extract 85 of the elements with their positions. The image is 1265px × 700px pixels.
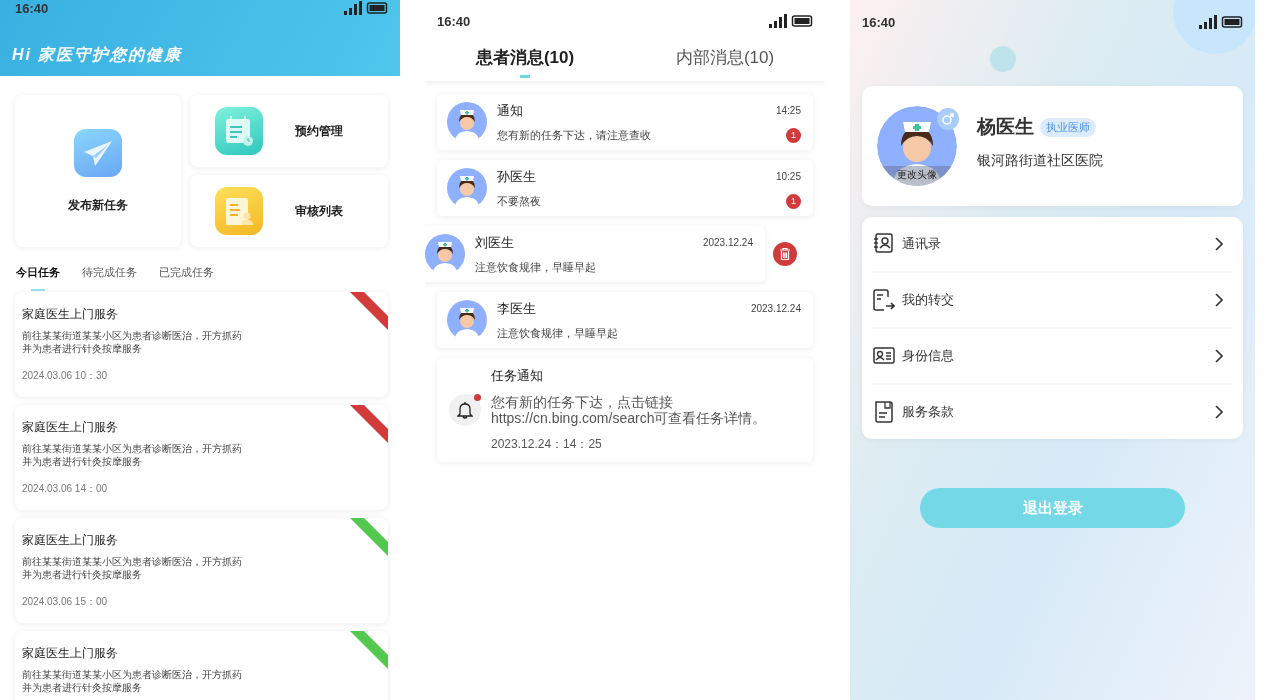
battery-icon bbox=[791, 15, 813, 27]
message-preview: 注意饮食规律，早睡早起 bbox=[475, 259, 596, 275]
notice-time: 2023.12.24：14：25 bbox=[491, 436, 603, 453]
task-title: 家庭医生上门服务 bbox=[22, 532, 118, 549]
shortcut-card[interactable]: 审核列表 bbox=[190, 175, 388, 247]
battery-icon bbox=[1221, 16, 1243, 28]
status-time: 16:40 bbox=[15, 0, 49, 16]
sender-name: 刘医生 bbox=[475, 233, 514, 252]
message-card[interactable]: 通知 14:25 您有新的任务下达，请注意查收 1 bbox=[437, 94, 813, 150]
message-preview: 您有新的任务下达，请注意查收 bbox=[497, 127, 651, 143]
message-card[interactable]: 李医生 2023.12.24 注意饮食规律，早睡早起 bbox=[437, 292, 813, 348]
paper-plane-icon bbox=[74, 128, 122, 177]
task-time: 2024.03.06 10：30 bbox=[22, 369, 108, 383]
status-time: 16:40 bbox=[862, 14, 896, 30]
unread-badge: 1 bbox=[786, 127, 801, 143]
notice-text: 您有新的任务下达，点击链接 https://cn.bing.com/search可查看任务详情。 bbox=[491, 394, 767, 426]
task-tab[interactable]: 已完成任务 bbox=[159, 265, 214, 291]
signal-icon bbox=[769, 14, 788, 28]
task-time: 2024.03.06 15：00 bbox=[22, 595, 108, 609]
nurse-avatar bbox=[425, 234, 465, 274]
id-card-icon bbox=[873, 345, 895, 367]
menu-item[interactable]: 我的转交 bbox=[872, 273, 1233, 329]
task-time: 2024.03.06 14：00 bbox=[22, 482, 108, 496]
document-icon bbox=[215, 187, 263, 235]
chevron-right-icon bbox=[1215, 349, 1223, 363]
shortcut-label: 预约管理 bbox=[295, 122, 343, 140]
signal-icon bbox=[344, 1, 363, 15]
shortcut-card[interactable]: 预约管理 bbox=[190, 95, 388, 167]
contact-book-icon bbox=[873, 233, 895, 255]
delete-button[interactable] bbox=[773, 242, 797, 266]
task-description: 前往某某街道某某小区为患者诊断医治，开方抓药 并为患者进行针灸按摩服务 bbox=[22, 668, 242, 694]
message-card[interactable]: 孙医生 10:25 不要熬夜 1 bbox=[437, 160, 813, 216]
message-card[interactable]: 刘医生 2023.12.24 注意饮食规律，早睡早起 bbox=[425, 226, 765, 282]
chevron-right-icon bbox=[1215, 405, 1223, 419]
nurse-avatar bbox=[447, 102, 487, 142]
task-title: 家庭医生上门服务 bbox=[22, 645, 118, 662]
shortcut-card[interactable]: 发布新任务 bbox=[15, 95, 181, 247]
document-icon bbox=[873, 401, 895, 423]
message-preview: 注意饮食规律，早睡早起 bbox=[497, 325, 618, 341]
decor-dot bbox=[988, 44, 1018, 74]
menu-item[interactable]: 身份信息 bbox=[872, 329, 1233, 385]
status-time: 16:40 bbox=[437, 13, 471, 29]
sender-name: 通知 bbox=[497, 101, 523, 120]
task-card[interactable]: 家庭医生上门服务 前往某某街道某某小区为患者诊断医治，开方抓药 并为患者进行针灸按摩服务 2024.03.06 14：00 bbox=[15, 405, 388, 510]
avatar-button[interactable]: 更改头像 bbox=[877, 106, 957, 186]
task-tab[interactable]: 待完成任务 bbox=[82, 265, 137, 291]
nurse-avatar bbox=[447, 300, 487, 340]
message-preview: 不要熬夜 bbox=[497, 193, 541, 209]
task-card[interactable]: 家庭医生上门服务 前往某某街道某某小区为患者诊断医治，开方抓药 并为患者进行针灸按摩服务 bbox=[15, 631, 388, 700]
notification-card[interactable]: 任务通知 您有新的任务下达，点击链接 https://cn.bing.com/search可查看任务详情。 2023.12.24：14：25 bbox=[437, 358, 813, 462]
doctor-name: 杨医生 bbox=[977, 115, 1034, 139]
shortcut-label: 发布新任务 bbox=[68, 196, 128, 214]
task-title: 家庭医生上门服务 bbox=[22, 419, 118, 436]
menu-item[interactable]: 服务条款 bbox=[872, 385, 1233, 439]
unread-badge: 1 bbox=[786, 193, 801, 209]
role-badge: 执业医师 bbox=[1040, 117, 1096, 137]
document-arrow-icon bbox=[873, 289, 895, 311]
message-time: 14:25 bbox=[775, 105, 801, 116]
task-card[interactable]: 家庭医生上门服务 前往某某街道某某小区为患者诊断医治，开方抓药 并为患者进行针灸按摩服务 2024.03.06 10：30 bbox=[15, 292, 388, 397]
message-time: 10:25 bbox=[775, 171, 801, 182]
bell-icon bbox=[457, 401, 473, 419]
menu-item[interactable]: 通讯录 bbox=[872, 217, 1233, 273]
task-description: 前往某某街道某某小区为患者诊断医治，开方抓药 并为患者进行针灸按摩服务 bbox=[22, 442, 242, 468]
task-description: 前往某某街道某某小区为患者诊断医治，开方抓药 并为患者进行针灸按摩服务 bbox=[22, 555, 242, 581]
task-tab[interactable]: 今日任务 bbox=[16, 265, 60, 291]
battery-icon bbox=[366, 2, 388, 14]
task-description: 前往某某街道某某小区为患者诊断医治，开方抓药 并为患者进行针灸按摩服务 bbox=[22, 329, 242, 355]
message-time: 2023.12.24 bbox=[702, 237, 753, 248]
banner-title: Hi 家医守护您的健康 bbox=[11, 45, 184, 65]
hospital-name: 银河路街道社区医院 bbox=[977, 152, 1103, 170]
task-card[interactable]: 家庭医生上门服务 前往某某街道某某小区为患者诊断医治，开方抓药 并为患者进行针灸按摩服务 2024.03.06 15：00 bbox=[15, 518, 388, 623]
sender-name: 孙医生 bbox=[497, 167, 536, 186]
shortcut-label: 审核列表 bbox=[295, 202, 343, 220]
task-title: 家庭医生上门服务 bbox=[22, 306, 118, 323]
message-tab[interactable]: 内部消息(10) bbox=[675, 40, 775, 78]
message-time: 2023.12.24 bbox=[750, 303, 801, 314]
trash-icon bbox=[778, 247, 792, 261]
notice-title: 任务通知 bbox=[491, 367, 544, 385]
signal-icon bbox=[1199, 15, 1218, 29]
chevron-right-icon bbox=[1215, 293, 1223, 307]
chevron-right-icon bbox=[1215, 237, 1223, 251]
calendar-icon bbox=[215, 107, 263, 155]
message-tab[interactable]: 患者消息(10) bbox=[475, 40, 575, 78]
nurse-avatar bbox=[447, 168, 487, 208]
sender-name: 李医生 bbox=[497, 299, 536, 318]
